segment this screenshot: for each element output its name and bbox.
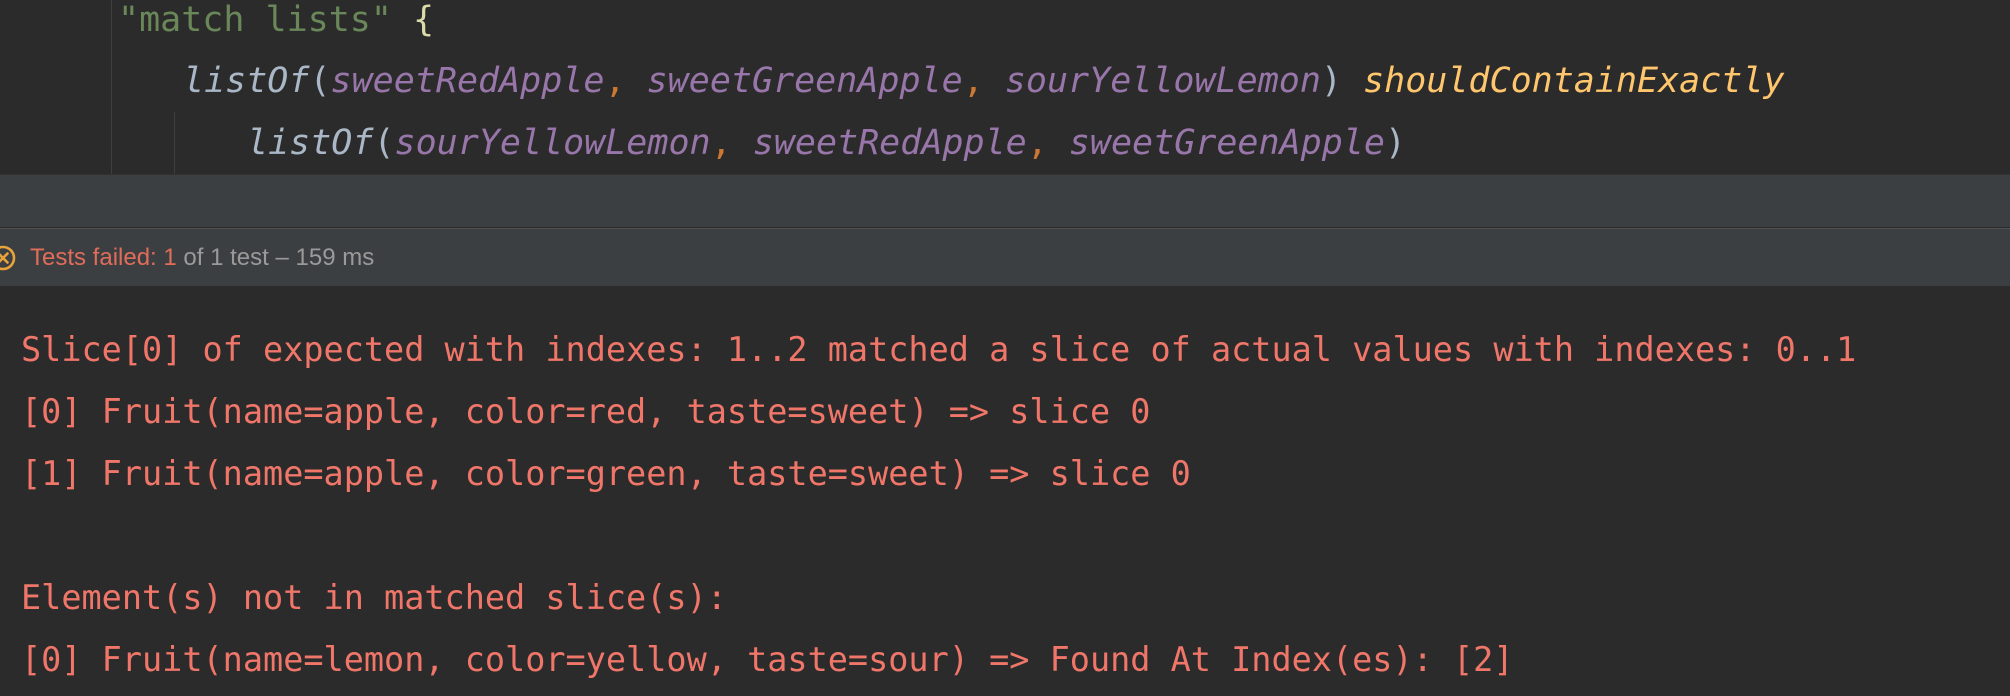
test-summary: Tests failed: 1 of 1 test – 159 ms (30, 229, 374, 287)
listof-call: listOf (183, 61, 310, 101)
console-line: [1] Fruit(name=apple, color=green, taste… (21, 454, 1191, 493)
arg-identifier: sweetRedApple (752, 123, 1027, 163)
console-line: [0] Fruit(name=apple, color=red, taste=s… (21, 392, 1151, 431)
arg-identifier: sourYellowLemon (1004, 61, 1321, 101)
indent-guide (111, 0, 112, 174)
tests-failed-label: Tests failed: (30, 244, 164, 271)
console-line: Slice[0] of expected with indexes: 1..2 … (21, 330, 1857, 369)
test-count-duration: of 1 test – 159 ms (176, 244, 375, 271)
error-circle-icon (0, 243, 18, 273)
console-line: Element(s) not in matched slice(s): (21, 578, 727, 617)
matcher-infix: shouldContainExactly (1363, 61, 1785, 101)
arg-identifier: sweetRedApple (330, 61, 605, 101)
listof-call: listOf (247, 123, 374, 163)
console-output[interactable]: Slice[0] of expected with indexes: 1..2 … (0, 286, 2010, 696)
arg-identifier: sourYellowLemon (394, 123, 711, 163)
arg-identifier: sweetGreenApple (1068, 123, 1385, 163)
ide-window: "match lists" { listOf(sweetRedApple, sw… (0, 0, 2010, 696)
test-name-string: "match lists" (118, 0, 392, 40)
panel-splitter[interactable] (0, 174, 2010, 228)
code-line-3: listOf(sourYellowLemon, sweetRedApple, s… (247, 123, 1406, 163)
arg-identifier: sweetGreenApple (646, 61, 963, 101)
indent-guide (174, 112, 175, 174)
failed-count: 1 (163, 244, 177, 271)
code-line-1: "match lists" { (118, 0, 434, 40)
code-line-2: listOf(sweetRedApple, sweetGreenApple, s… (183, 61, 1785, 101)
console-line: [0] Fruit(name=lemon, color=yellow, tast… (21, 640, 1514, 679)
code-editor[interactable]: "match lists" { listOf(sweetRedApple, sw… (0, 0, 2010, 174)
test-status-bar: Tests failed: 1 of 1 test – 159 ms (0, 228, 2010, 286)
open-brace: { (413, 0, 435, 40)
